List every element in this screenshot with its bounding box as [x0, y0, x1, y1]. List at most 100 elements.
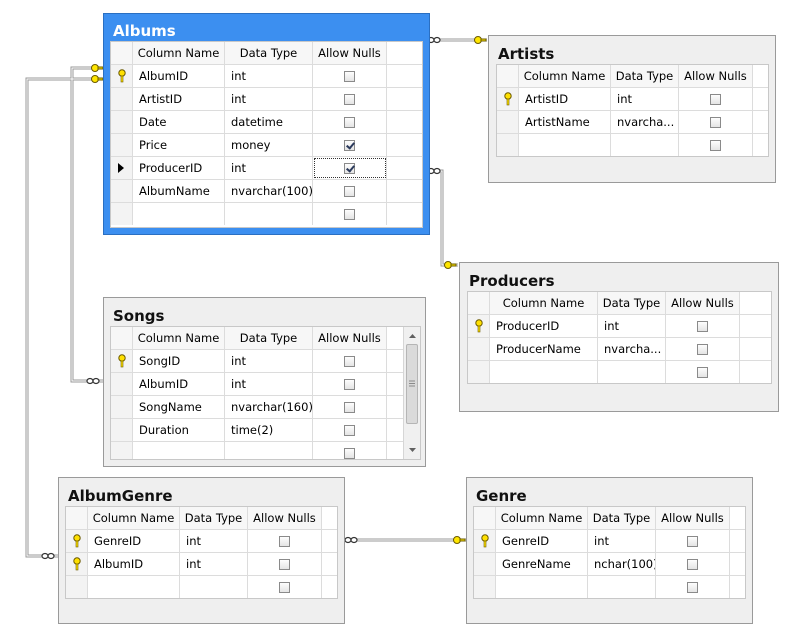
- allow-nulls-checkbox[interactable]: [687, 536, 698, 547]
- column-name[interactable]: AlbumID: [133, 65, 225, 87]
- allow-nulls-checkbox[interactable]: [344, 425, 355, 436]
- data-type[interactable]: nvarcha...: [611, 111, 679, 133]
- column-name[interactable]: Duration: [133, 419, 225, 441]
- table-row-new[interactable]: [111, 203, 422, 226]
- column-grid: Column Name Data Type Allow Nulls Produc…: [467, 291, 772, 384]
- vertical-scrollbar[interactable]: [403, 327, 421, 459]
- data-type[interactable]: datetime: [225, 111, 313, 133]
- allow-nulls-checkbox[interactable]: [344, 209, 355, 220]
- allow-nulls-checkbox[interactable]: [344, 71, 355, 82]
- data-type[interactable]: int: [225, 373, 313, 395]
- column-name[interactable]: SongName: [133, 396, 225, 418]
- table-row[interactable]: Duration time(2): [111, 419, 420, 442]
- table-row[interactable]: ArtistName nvarcha...: [497, 111, 768, 134]
- allow-nulls-checkbox[interactable]: [344, 163, 355, 174]
- allow-nulls-checkbox[interactable]: [279, 536, 290, 547]
- header-row: Column Name Data Type Allow Nulls: [111, 327, 420, 350]
- column-name[interactable]: GenreID: [496, 530, 588, 552]
- table-row[interactable]: AlbumID int: [66, 553, 337, 576]
- allow-nulls-checkbox[interactable]: [279, 582, 290, 593]
- data-type[interactable]: nvarchar(160): [225, 396, 313, 418]
- column-name[interactable]: ArtistID: [133, 88, 225, 110]
- column-name[interactable]: ArtistID: [519, 88, 611, 110]
- table-row[interactable]: ProducerID int: [111, 157, 422, 180]
- table-producers[interactable]: Producers Column Name Data Type Allow Nu…: [459, 262, 779, 412]
- allow-nulls-checkbox[interactable]: [697, 321, 708, 332]
- scroll-thumb[interactable]: [406, 344, 418, 424]
- column-name[interactable]: ProducerName: [490, 338, 598, 360]
- column-name[interactable]: AlbumID: [88, 553, 180, 575]
- table-row[interactable]: Price money: [111, 134, 422, 157]
- data-type[interactable]: int: [598, 315, 666, 337]
- column-name[interactable]: Price: [133, 134, 225, 156]
- table-artists[interactable]: Artists Column Name Data Type Allow Null…: [488, 35, 776, 183]
- data-type[interactable]: int: [611, 88, 679, 110]
- rel-albums-songs: [70, 66, 103, 383]
- table-songs[interactable]: Songs Column Name Data Type Allow Nulls …: [103, 297, 426, 467]
- data-type[interactable]: money: [225, 134, 313, 156]
- table-row-new[interactable]: [474, 576, 745, 598]
- allow-nulls-checkbox[interactable]: [344, 379, 355, 390]
- table-row-new[interactable]: [66, 576, 337, 598]
- table-row[interactable]: GenreName nchar(100): [474, 553, 745, 576]
- data-type[interactable]: int: [225, 88, 313, 110]
- column-name[interactable]: Date: [133, 111, 225, 133]
- allow-nulls-checkbox[interactable]: [710, 140, 721, 151]
- scroll-down-icon[interactable]: [404, 443, 421, 457]
- table-row[interactable]: ProducerID int: [468, 315, 771, 338]
- table-albumgenre[interactable]: AlbumGenre Column Name Data Type Allow N…: [58, 477, 345, 624]
- data-type[interactable]: nvarchar(100): [225, 180, 313, 202]
- table-row-new[interactable]: [497, 134, 768, 156]
- table-row-new[interactable]: [468, 361, 771, 383]
- data-type[interactable]: int: [180, 553, 248, 575]
- data-type[interactable]: nvarcha...: [598, 338, 666, 360]
- scroll-up-icon[interactable]: [404, 329, 421, 343]
- header-allow-nulls: Allow Nulls: [671, 296, 734, 310]
- data-type[interactable]: int: [588, 530, 656, 552]
- allow-nulls-checkbox[interactable]: [344, 140, 355, 151]
- table-albums[interactable]: Albums Column Name Data Type Allow Nulls…: [103, 13, 430, 235]
- column-name[interactable]: ArtistName: [519, 111, 611, 133]
- table-row[interactable]: ProducerName nvarcha...: [468, 338, 771, 361]
- allow-nulls-checkbox[interactable]: [344, 402, 355, 413]
- column-grid: Column Name Data Type Allow Nulls GenreI…: [473, 506, 746, 599]
- column-name[interactable]: GenreID: [88, 530, 180, 552]
- allow-nulls-checkbox[interactable]: [710, 94, 721, 105]
- table-row[interactable]: AlbumID int: [111, 65, 422, 88]
- table-row[interactable]: ArtistID int: [111, 88, 422, 111]
- column-name[interactable]: ProducerID: [490, 315, 598, 337]
- table-row[interactable]: AlbumID int: [111, 373, 420, 396]
- allow-nulls-checkbox[interactable]: [344, 94, 355, 105]
- column-name[interactable]: ProducerID: [133, 157, 225, 179]
- table-row[interactable]: GenreID int: [66, 530, 337, 553]
- allow-nulls-checkbox[interactable]: [344, 117, 355, 128]
- primary-key-icon: [118, 354, 126, 368]
- table-genre[interactable]: Genre Column Name Data Type Allow Nulls …: [466, 477, 753, 624]
- allow-nulls-checkbox[interactable]: [279, 559, 290, 570]
- allow-nulls-checkbox[interactable]: [697, 367, 708, 378]
- data-type[interactable]: time(2): [225, 419, 313, 441]
- allow-nulls-checkbox[interactable]: [710, 117, 721, 128]
- column-name[interactable]: AlbumName: [133, 180, 225, 202]
- data-type[interactable]: int: [225, 350, 313, 372]
- column-name[interactable]: SongID: [133, 350, 225, 372]
- allow-nulls-checkbox[interactable]: [687, 559, 698, 570]
- allow-nulls-checkbox[interactable]: [344, 356, 355, 367]
- data-type[interactable]: int: [180, 530, 248, 552]
- column-name[interactable]: GenreName: [496, 553, 588, 575]
- data-type[interactable]: int: [225, 157, 313, 179]
- data-type[interactable]: int: [225, 65, 313, 87]
- table-row[interactable]: AlbumName nvarchar(100): [111, 180, 422, 203]
- allow-nulls-checkbox[interactable]: [687, 582, 698, 593]
- data-type[interactable]: nchar(100): [588, 553, 656, 575]
- table-row[interactable]: SongName nvarchar(160): [111, 396, 420, 419]
- allow-nulls-checkbox[interactable]: [344, 186, 355, 197]
- table-row[interactable]: GenreID int: [474, 530, 745, 553]
- allow-nulls-checkbox[interactable]: [697, 344, 708, 355]
- table-row[interactable]: SongID int: [111, 350, 420, 373]
- allow-nulls-checkbox[interactable]: [344, 448, 355, 459]
- table-row[interactable]: Date datetime: [111, 111, 422, 134]
- table-row-new[interactable]: [111, 442, 420, 459]
- table-row[interactable]: ArtistID int: [497, 88, 768, 111]
- column-name[interactable]: AlbumID: [133, 373, 225, 395]
